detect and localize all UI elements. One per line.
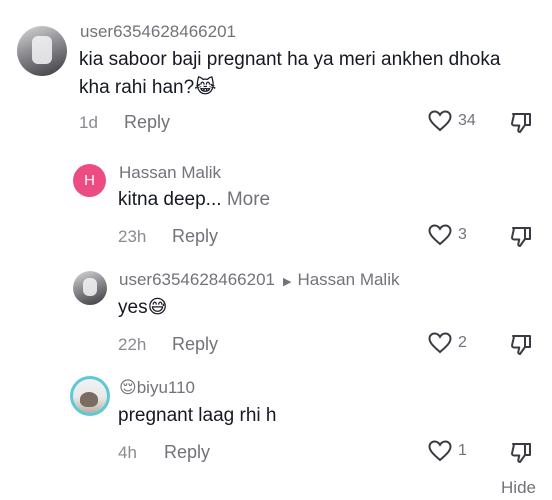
like-button[interactable]: 1	[428, 440, 467, 462]
heart-icon	[428, 110, 452, 132]
comment-age: 4h	[118, 443, 137, 462]
reply-item: user6354628466201 ▶ Hassan Malik yes😅 22h …	[0, 258, 552, 363]
more-link[interactable]: More	[227, 189, 270, 210]
like-button[interactable]: 2	[428, 332, 467, 354]
dislike-button[interactable]	[509, 441, 533, 470]
comment-text: yes😅	[118, 297, 168, 318]
like-button[interactable]: 34	[428, 110, 476, 132]
reply-button[interactable]: Reply	[164, 442, 210, 463]
comment-username[interactable]: user6354628466201	[80, 22, 236, 42]
comment-text-continued: kha rahi han?😹	[79, 77, 217, 98]
reply-item: 😌biyu110 pregnant laag rhi h 4h Reply 1	[0, 366, 552, 471]
like-count: 34	[458, 112, 476, 129]
avatar-initial: H	[84, 172, 95, 189]
comment-username[interactable]: 😌biyu110	[119, 378, 195, 398]
reply-button[interactable]: Reply	[172, 334, 218, 355]
like-count: 3	[458, 226, 467, 243]
dislike-button[interactable]	[509, 333, 533, 362]
heart-icon	[428, 224, 452, 246]
comment-username[interactable]: Hassan Malik	[119, 163, 221, 183]
avatar[interactable]	[17, 26, 67, 76]
dislike-button[interactable]	[509, 225, 533, 254]
thumbs-down-icon	[511, 335, 531, 355]
reply-target[interactable]: Hassan Malik	[297, 270, 399, 289]
reply-item: H Hassan Malik kitna deep... More 23h Re…	[0, 150, 552, 255]
comment-age: 23h	[118, 227, 147, 246]
comment-age: 1d	[79, 113, 98, 132]
comment-text: pregnant laag rhi h	[118, 405, 277, 426]
reply-button[interactable]: Reply	[124, 112, 170, 133]
dislike-button[interactable]	[509, 111, 533, 140]
comment-age: 22h	[118, 335, 147, 354]
hide-replies-button[interactable]: Hide	[501, 478, 536, 498]
heart-icon	[428, 332, 452, 354]
avatar[interactable]: H	[73, 164, 106, 197]
comment-username[interactable]: user6354628466201 ▶ Hassan Malik	[119, 270, 400, 290]
like-button[interactable]: 3	[428, 224, 467, 246]
comment-text: kitna deep... More	[118, 184, 270, 216]
comment-item: user6354628466201 kia saboor baji pregna…	[0, 0, 552, 140]
reply-button[interactable]: Reply	[172, 226, 218, 247]
reply-author[interactable]: user6354628466201	[119, 270, 275, 289]
avatar[interactable]	[70, 376, 110, 416]
heart-icon	[428, 440, 452, 462]
play-arrow-icon: ▶	[282, 276, 292, 288]
avatar[interactable]	[73, 271, 107, 305]
thumbs-down-icon	[511, 227, 531, 247]
thumbs-down-icon	[511, 443, 531, 463]
thumbs-down-icon	[511, 113, 531, 133]
like-count: 1	[458, 442, 467, 459]
comment-text-body: kitna deep...	[118, 189, 222, 210]
like-count: 2	[458, 334, 467, 351]
